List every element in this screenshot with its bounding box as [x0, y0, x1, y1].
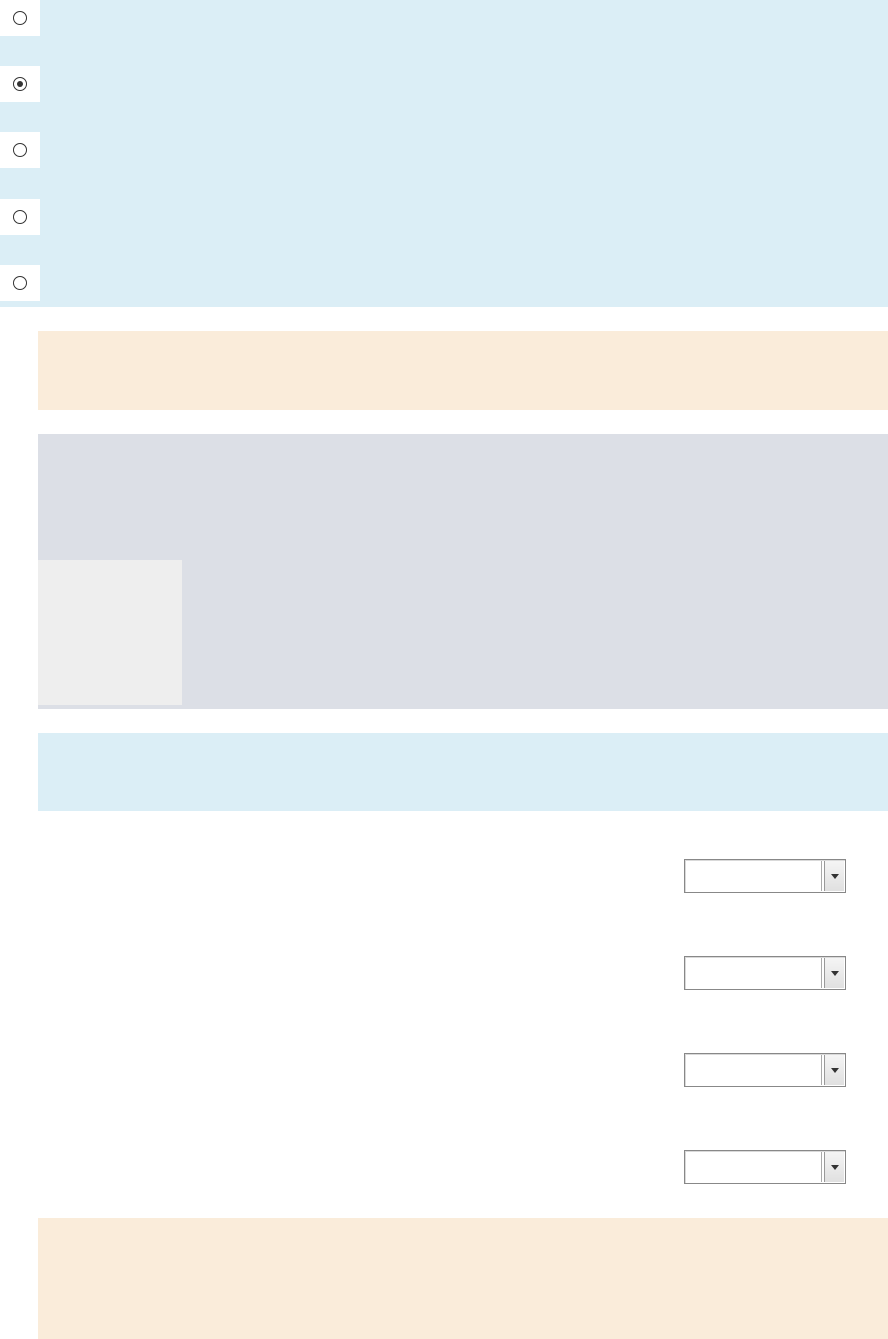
- chevron-down-icon[interactable]: [824, 861, 844, 891]
- top-panel: [0, 0, 888, 307]
- dropdown-row-3: [38, 1053, 888, 1150]
- radio-icon: [13, 276, 27, 290]
- radio-option-3[interactable]: [0, 132, 40, 168]
- dropdown-4[interactable]: [684, 1150, 846, 1184]
- radio-option-5[interactable]: [0, 265, 40, 301]
- dropdown-input[interactable]: [686, 861, 822, 891]
- gray-panel: [38, 434, 888, 709]
- chevron-down-icon[interactable]: [824, 958, 844, 988]
- dropdown-row-4: [38, 1150, 888, 1210]
- radio-option-1[interactable]: [0, 0, 40, 36]
- radio-icon: [13, 210, 27, 224]
- dropdown-input[interactable]: [686, 1055, 822, 1085]
- info-panel-2: [38, 1218, 888, 1339]
- radio-option-2[interactable]: [0, 66, 40, 102]
- dropdown-input[interactable]: [686, 958, 822, 988]
- dropdown-row-2: [38, 956, 888, 1053]
- radio-icon: [13, 143, 27, 157]
- chevron-down-icon[interactable]: [824, 1152, 844, 1182]
- radio-option-4[interactable]: [0, 199, 40, 235]
- dropdown-row-1: [38, 859, 888, 956]
- dropdown-input[interactable]: [686, 1152, 822, 1182]
- radio-icon-selected: [13, 77, 27, 91]
- dropdown-1[interactable]: [684, 859, 846, 893]
- chevron-down-icon[interactable]: [824, 1055, 844, 1085]
- blue-panel: [38, 733, 888, 811]
- inset-panel: [38, 560, 182, 705]
- gray-panel-top: [38, 434, 888, 560]
- dropdown-3[interactable]: [684, 1053, 846, 1087]
- content-area: [38, 331, 888, 1339]
- info-panel-1: [38, 331, 888, 410]
- radio-icon: [13, 11, 27, 25]
- dropdown-2[interactable]: [684, 956, 846, 990]
- gray-panel-bottom: [38, 560, 888, 709]
- dropdown-section: [38, 859, 888, 1210]
